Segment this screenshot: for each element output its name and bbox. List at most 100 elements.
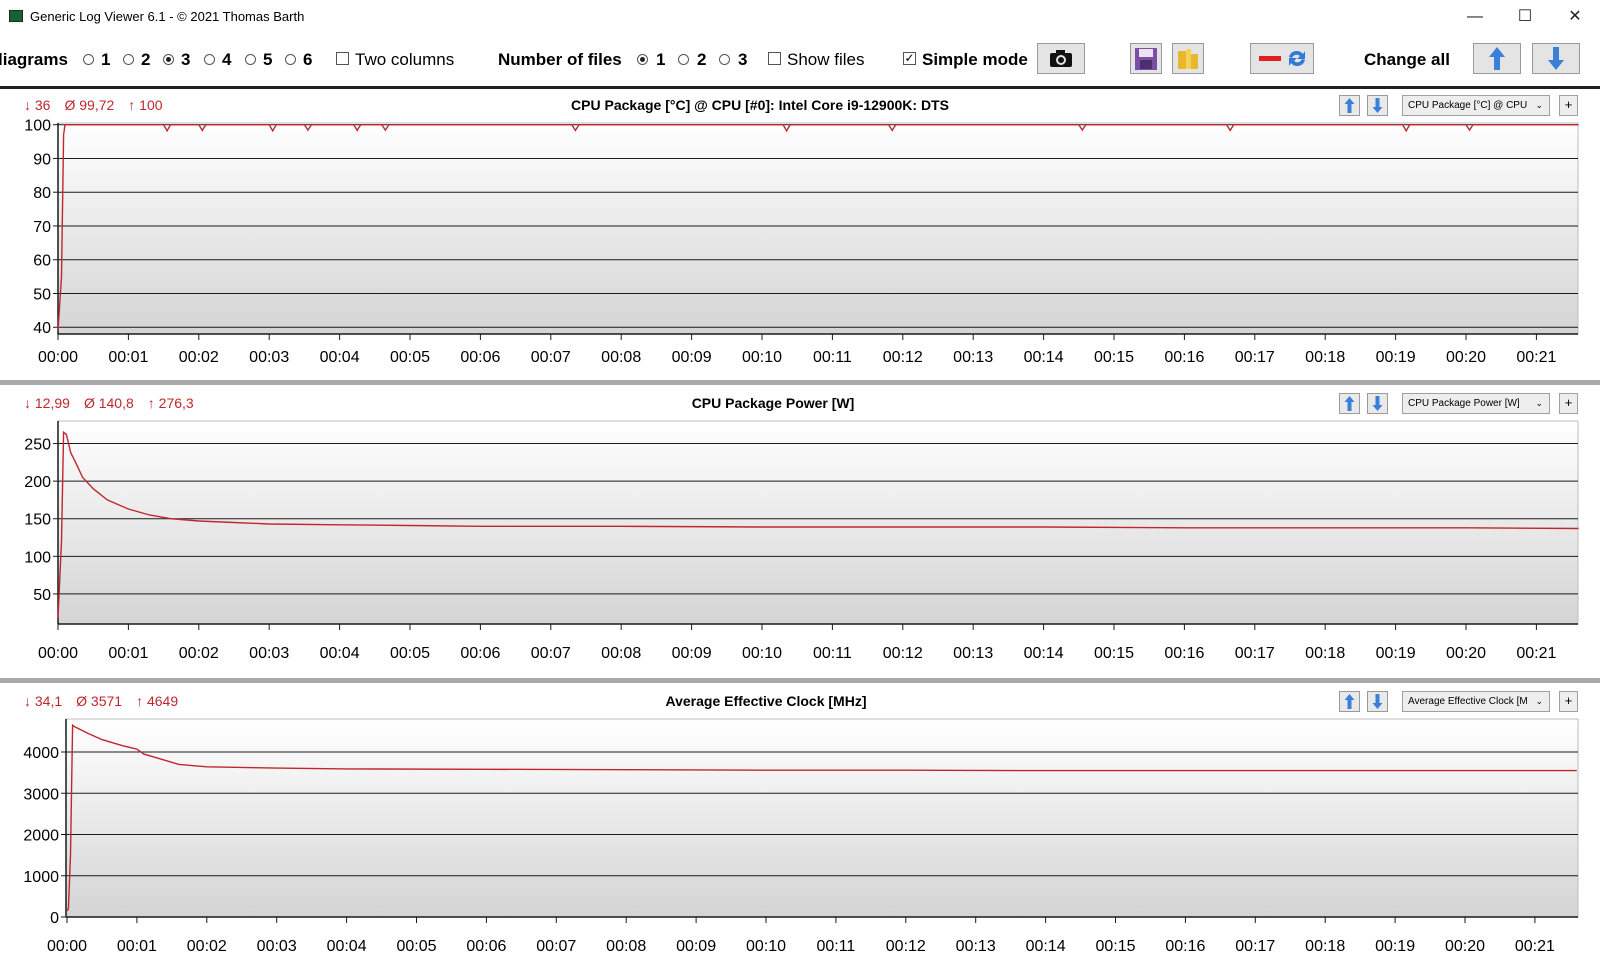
x-tick-label: 00:16 — [1164, 349, 1204, 366]
diagrams-radio-4[interactable] — [204, 54, 215, 65]
x-tick-label: 00:07 — [531, 349, 571, 366]
folder-icon — [1178, 49, 1198, 69]
diagrams-option-1: 1 — [101, 50, 111, 69]
diagrams-radio-3[interactable] — [163, 54, 174, 65]
sensor-selector[interactable]: Average Effective Clock [M ⌄ — [1402, 691, 1550, 712]
x-tick-label: 00:10 — [742, 645, 782, 662]
x-tick-label: 00:06 — [466, 938, 506, 955]
files-radio-2[interactable] — [678, 54, 689, 65]
window-title: Generic Log Viewer 6.1 - © 2021 Thomas B… — [30, 9, 305, 24]
close-button[interactable]: ✕ — [1552, 4, 1598, 30]
diagrams-radio-2[interactable] — [123, 54, 134, 65]
panel-down-button[interactable] — [1367, 691, 1388, 712]
x-tick-label: 00:21 — [1516, 349, 1556, 366]
simple-mode-label: Simple mode — [922, 50, 1028, 69]
y-tick-label: 50 — [33, 587, 51, 604]
files-option-3: 3 — [738, 50, 748, 69]
x-tick-label: 00:00 — [38, 349, 78, 366]
x-tick-label: 00:02 — [187, 938, 227, 955]
x-tick-label: 00:02 — [179, 645, 219, 662]
change-all-label: Change all — [1364, 50, 1450, 69]
x-tick-label: 00:16 — [1165, 938, 1205, 955]
panel-divider — [0, 678, 1600, 683]
sensor-selector-value: CPU Package [°C] @ CPU — [1408, 100, 1528, 111]
x-tick-label: 00:07 — [536, 938, 576, 955]
chevron-down-icon: ⌄ — [1535, 398, 1543, 408]
panel-up-button[interactable] — [1339, 691, 1360, 712]
save-button[interactable] — [1130, 43, 1162, 74]
add-panel-button[interactable]: + — [1559, 95, 1578, 116]
diagrams-radio-6[interactable] — [285, 54, 296, 65]
y-tick-label: 250 — [24, 437, 51, 454]
y-tick-label: 50 — [33, 286, 51, 303]
x-tick-label: 00:14 — [1026, 938, 1066, 955]
x-tick-label: 00:12 — [886, 938, 926, 955]
simple-mode-checkbox[interactable]: ✓ — [903, 52, 916, 65]
diagrams-radio-5[interactable] — [245, 54, 256, 65]
x-tick-label: 00:11 — [813, 349, 852, 366]
screenshot-button[interactable] — [1037, 43, 1085, 74]
two-columns-label: Two columns — [355, 50, 455, 69]
x-tick-label: 00:12 — [883, 645, 923, 662]
remove-reload-button[interactable] — [1250, 43, 1314, 74]
y-tick-label: 60 — [33, 253, 51, 270]
panel-up-button[interactable] — [1339, 393, 1360, 414]
panel-down-button[interactable] — [1367, 393, 1388, 414]
app-icon — [9, 10, 23, 22]
add-panel-button[interactable]: + — [1559, 393, 1578, 414]
plot-area — [57, 122, 1579, 335]
two-columns-checkbox[interactable] — [336, 52, 349, 65]
number-of-files-label: Number of files — [498, 50, 622, 69]
x-tick-label: 00:04 — [320, 645, 360, 662]
x-tick-label: 00:10 — [746, 938, 786, 955]
arrow-down-icon — [1548, 47, 1564, 70]
x-tick-label: 00:21 — [1515, 938, 1555, 955]
arrow-up-icon — [1489, 47, 1505, 70]
panel-down-button[interactable] — [1367, 95, 1388, 116]
x-tick-label: 00:03 — [257, 938, 297, 955]
diagrams-option-2: 2 — [141, 50, 151, 69]
x-tick-label: 00:04 — [320, 349, 360, 366]
chart-panel-cpu-power: ↓ 12,99 Ø 140,8 ↑ 276,3 CPU Package Power … — [0, 387, 1600, 680]
x-tick-label: 00:19 — [1376, 645, 1416, 662]
panel-up-button[interactable] — [1339, 95, 1360, 116]
y-tick-label: 200 — [24, 474, 51, 491]
x-tick-label: 00:06 — [460, 645, 500, 662]
sensor-selector-value: CPU Package Power [W] — [1408, 398, 1520, 409]
stat-min: ↓ 36 — [24, 97, 51, 113]
show-files-checkbox[interactable] — [768, 52, 781, 65]
x-tick-label: 00:15 — [1094, 645, 1134, 662]
x-tick-label: 00:18 — [1305, 645, 1345, 662]
files-option-2: 2 — [697, 50, 707, 69]
diagrams-radio-1[interactable] — [83, 54, 94, 65]
maximize-button[interactable]: ☐ — [1502, 4, 1548, 30]
minimize-button[interactable]: — — [1452, 4, 1498, 30]
chevron-down-icon: ⌄ — [1535, 696, 1543, 706]
x-tick-label: 00:03 — [249, 349, 289, 366]
y-tick-label: 70 — [33, 219, 51, 236]
y-tick-label: 80 — [33, 185, 51, 202]
x-tick-label: 00:15 — [1094, 349, 1134, 366]
x-tick-label: 00:20 — [1446, 645, 1486, 662]
move-all-up-button[interactable] — [1473, 43, 1521, 74]
open-folder-button[interactable] — [1172, 43, 1204, 74]
sensor-selector[interactable]: CPU Package [°C] @ CPU ⌄ — [1402, 95, 1550, 116]
arrow-down-icon — [1372, 694, 1383, 709]
add-panel-button[interactable]: + — [1559, 691, 1578, 712]
x-tick-label: 00:18 — [1305, 349, 1345, 366]
files-option-1: 1 — [656, 50, 666, 69]
files-radio-1[interactable] — [637, 54, 648, 65]
x-tick-label: 00:09 — [672, 645, 712, 662]
arrow-up-icon — [1344, 694, 1355, 709]
chart-cpu-temperature: 40 50 60 70 80 90 100 00:00 00:01 00:02 00:03 00:04… — [24, 118, 1579, 366]
arrow-down-icon — [1372, 98, 1383, 113]
y-tick-label: 90 — [33, 151, 51, 168]
sensor-selector[interactable]: CPU Package Power [W] ⌄ — [1402, 393, 1550, 414]
x-tick-label: 00:16 — [1164, 645, 1204, 662]
move-all-down-button[interactable] — [1532, 43, 1580, 74]
chart-panel-effective-clock: ↓ 34,1 Ø 3571 ↑ 4649 Average Effective Clo… — [0, 685, 1600, 977]
files-radio-3[interactable] — [719, 54, 730, 65]
stat-max: ↑ 100 — [128, 97, 163, 113]
x-tick-label: 00:02 — [179, 349, 219, 366]
chart-effective-clock: 0 1000 2000 3000 4000 00:00 00:01 00:02 00:03 00:… — [23, 718, 1579, 955]
